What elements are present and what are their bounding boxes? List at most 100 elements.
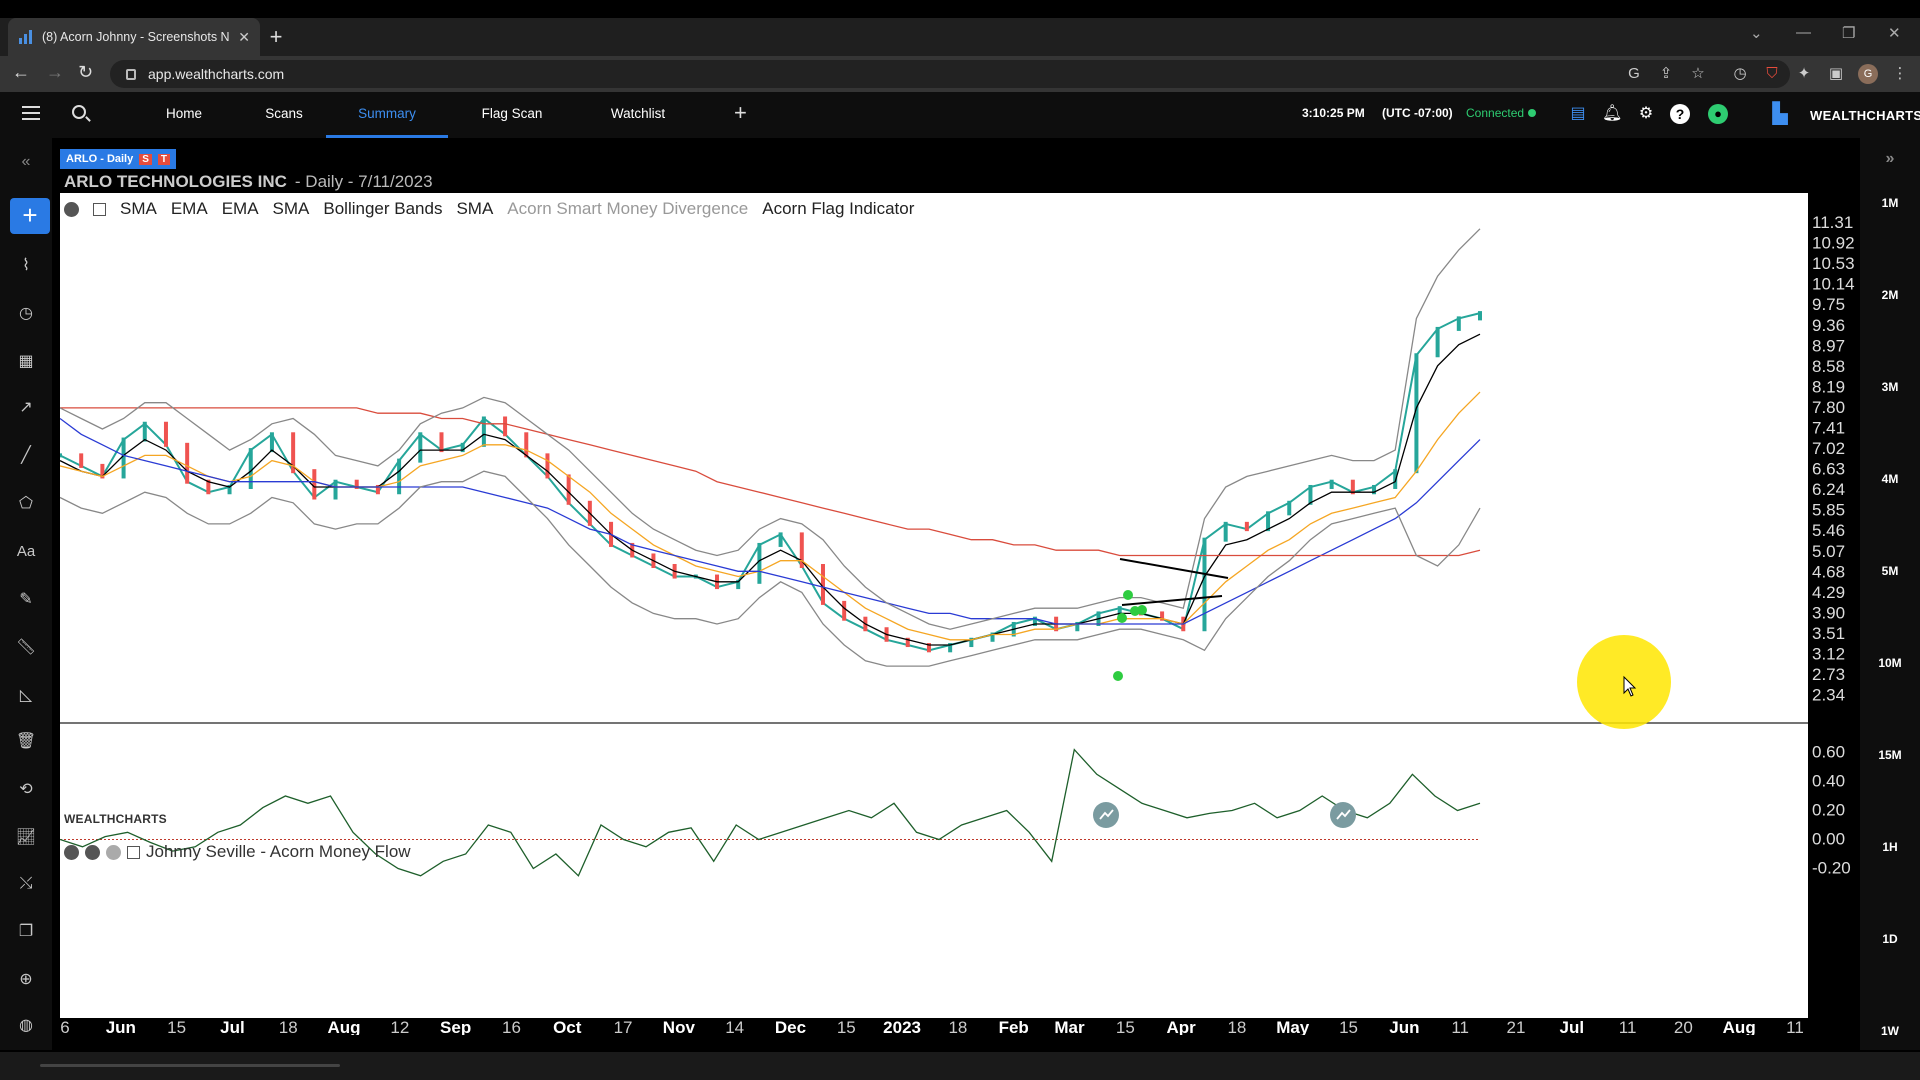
x-axis-tick: 18 — [279, 1018, 298, 1035]
candle — [1329, 479, 1334, 489]
extension-icon[interactable]: ◷ — [1730, 64, 1750, 84]
globe-icon[interactable]: ◍ — [14, 1014, 38, 1038]
google-icon[interactable]: G — [1624, 64, 1644, 84]
close-window-icon[interactable]: ✕ — [1888, 24, 1901, 42]
remove-indicators-icon[interactable] — [64, 201, 79, 217]
collapse-indicators-icon[interactable] — [93, 202, 106, 216]
minimize-icon[interactable]: — — [1796, 24, 1811, 41]
timeframe-1w[interactable]: 1W — [1860, 1024, 1920, 1038]
profile-avatar[interactable]: G — [1858, 64, 1878, 84]
x-axis-tick: 18 — [948, 1018, 967, 1035]
chart-icon[interactable]: 📈︎ — [14, 826, 38, 850]
search-icon[interactable] — [72, 105, 86, 119]
new-tab-button[interactable]: + — [262, 24, 290, 50]
puzzle-icon[interactable]: ✦ — [1794, 64, 1814, 84]
add-chart-button[interactable]: + — [10, 198, 50, 234]
reload-icon[interactable]: ↻ — [78, 62, 93, 83]
text-tool-icon[interactable]: Aa — [14, 540, 38, 564]
bell-icon[interactable]: 🔔︎ — [1602, 104, 1622, 124]
sidepanel-icon[interactable]: ▣ — [1826, 64, 1846, 84]
indicator-bollinger[interactable]: Bollinger Bands — [323, 199, 442, 219]
tab-flag-scan[interactable]: Flag Scan — [462, 92, 562, 138]
clock-icon[interactable]: ◷ — [14, 302, 38, 326]
more-icon[interactable]: ⋮ — [1890, 64, 1910, 84]
timeframe-10m[interactable]: 10M — [1860, 656, 1920, 670]
url-field[interactable]: app.wealthcharts.com — [110, 60, 1790, 88]
pattern-icon[interactable]: ⤯ — [14, 872, 38, 896]
tab-watchlist[interactable]: Watchlist — [588, 92, 688, 138]
back-icon[interactable]: ← — [12, 62, 30, 83]
price-axis-tick: 5.07 — [1812, 542, 1845, 561]
x-axis-tick: Feb — [999, 1018, 1029, 1035]
star-icon[interactable]: ☆ — [1688, 64, 1708, 84]
indicator-ema-1[interactable]: EMA — [171, 199, 208, 219]
collapse-left-icon[interactable]: « — [14, 150, 38, 174]
chart-watermark: WEALTHCHARTS — [64, 812, 167, 826]
timeframe-1m[interactable]: 1M — [1860, 196, 1920, 210]
tab-scans[interactable]: Scans — [234, 92, 334, 138]
indicator-legend: SMA EMA EMA SMA Bollinger Bands SMA Acor… — [64, 199, 914, 219]
indicators-icon[interactable]: ⌇ — [14, 254, 38, 278]
indicator-sma-3[interactable]: SMA — [456, 199, 493, 219]
browser-tab[interactable]: (8) Acorn Johnny - Screenshots N ✕ — [8, 18, 260, 56]
candle — [269, 432, 274, 453]
move-up-icon[interactable] — [106, 844, 121, 860]
timeframe-1h[interactable]: 1H — [1860, 840, 1920, 854]
indicator-ema-2[interactable]: EMA — [222, 199, 259, 219]
candle — [333, 479, 338, 500]
timeframe-3m[interactable]: 3M — [1860, 380, 1920, 394]
indicator-flag[interactable]: Acorn Flag Indicator — [762, 199, 914, 219]
indicator-sma-2[interactable]: SMA — [273, 199, 310, 219]
sync-icon[interactable]: ⟲ — [14, 778, 38, 802]
indicator-sma-1[interactable]: SMA — [120, 199, 157, 219]
pencil-icon[interactable]: ✎ — [14, 588, 38, 612]
calendar-icon[interactable]: ▦ — [14, 350, 38, 374]
line-tool-icon[interactable]: ╱ — [14, 444, 38, 468]
price-chart-svg[interactable] — [58, 193, 1808, 1018]
chevron-down-icon[interactable]: ⌄ — [1750, 24, 1763, 42]
candle — [481, 416, 486, 447]
remove-panel-icon[interactable] — [64, 844, 79, 860]
timeframe-15m[interactable]: 15M — [1860, 748, 1920, 762]
save-icon[interactable]: ▤ — [1568, 104, 1588, 124]
x-axis-tick: Oct — [553, 1018, 582, 1035]
price-axis-tick: 3.90 — [1812, 603, 1845, 622]
chart-panel[interactable]: SMA EMA EMA SMA Bollinger Bands SMA Acor… — [58, 193, 1808, 1018]
tab-home[interactable]: Home — [134, 92, 234, 138]
candle — [778, 532, 783, 547]
restore-icon[interactable]: ❐ — [1842, 24, 1855, 42]
candle — [79, 453, 84, 468]
close-icon[interactable]: ✕ — [238, 29, 250, 46]
share-icon[interactable]: ⇪ — [1656, 64, 1676, 84]
clock-time: 3:10:25 PM — [1302, 106, 1365, 120]
price-axis-tick: 7.02 — [1812, 439, 1845, 458]
trend-icon[interactable]: ↗ — [14, 396, 38, 420]
symbol-badge[interactable]: ARLO - Daily S T — [60, 149, 177, 169]
layers-icon[interactable]: ❐ — [14, 920, 38, 944]
crosshair-icon[interactable]: ⊕ — [14, 968, 38, 992]
collapse-panel-icon[interactable] — [127, 845, 140, 859]
timeframe-1d[interactable]: 1D — [1860, 932, 1920, 946]
timeframe-5m[interactable]: 5M — [1860, 564, 1920, 578]
gear-icon[interactable]: ⚙ — [1636, 104, 1656, 124]
trash-icon[interactable]: 🗑︎ — [14, 730, 38, 754]
collapse-right-icon[interactable]: » — [1860, 150, 1920, 168]
signal-marker-icon — [1093, 802, 1119, 828]
forward-icon[interactable]: → — [46, 62, 64, 83]
tab-summary[interactable]: Summary — [326, 92, 448, 138]
timeframe-4m[interactable]: 4M — [1860, 472, 1920, 486]
ruler-icon[interactable]: 📏︎ — [14, 636, 38, 660]
bottom-scrollbar[interactable] — [0, 1052, 1920, 1080]
help-icon[interactable]: ? — [1670, 104, 1690, 124]
timeframe-2m[interactable]: 2M — [1860, 288, 1920, 302]
add-tab-button[interactable]: + — [734, 100, 747, 126]
wealthcharts-logo-icon: ▙ — [1772, 103, 1788, 125]
acorn-icon[interactable]: ● — [1708, 104, 1728, 124]
money-flow-axis-tick: 0.60 — [1812, 743, 1845, 762]
menu-icon[interactable] — [22, 106, 40, 120]
move-down-icon[interactable] — [85, 844, 100, 860]
ublock-icon[interactable]: ⛉ — [1762, 64, 1782, 84]
shapes-icon[interactable]: ⬠ — [14, 492, 38, 516]
measure-icon[interactable]: ◺ — [14, 684, 38, 708]
indicator-smart-money[interactable]: Acorn Smart Money Divergence — [507, 199, 748, 219]
